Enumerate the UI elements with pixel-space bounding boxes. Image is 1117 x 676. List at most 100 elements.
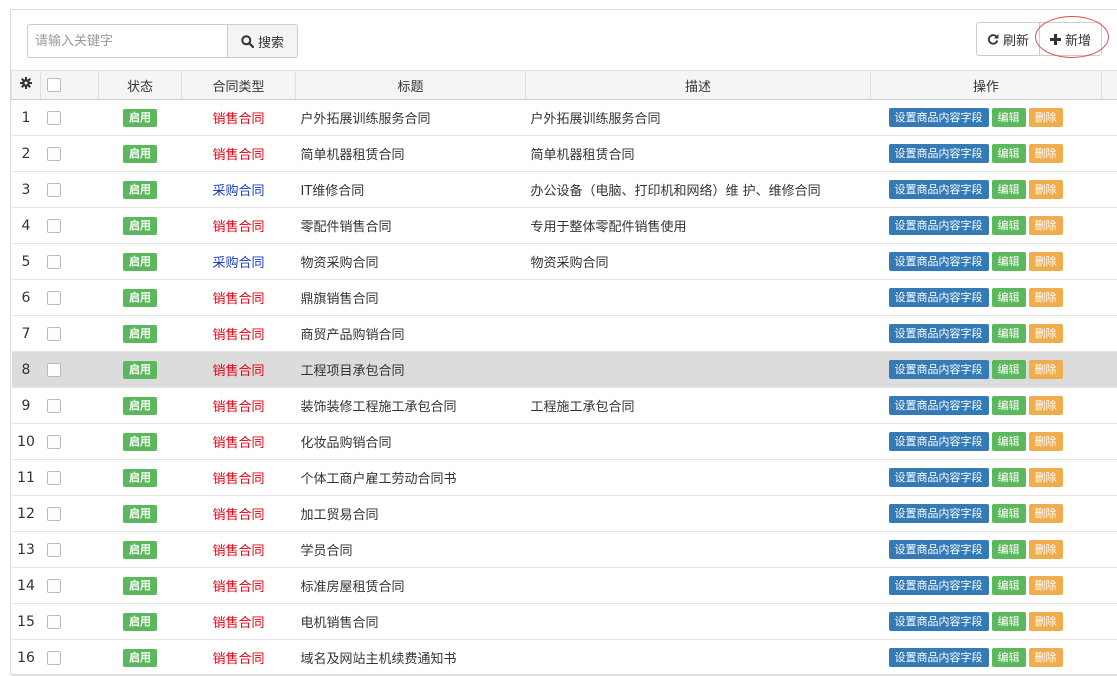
column-header-title[interactable]: 标题 — [296, 71, 526, 100]
set-fields-button[interactable]: 设置商品内容字段 — [889, 432, 989, 451]
edit-button[interactable]: 编辑 — [992, 504, 1026, 523]
delete-button[interactable]: 删除 — [1029, 468, 1063, 487]
delete-button[interactable]: 删除 — [1029, 108, 1063, 127]
set-fields-button[interactable]: 设置商品内容字段 — [889, 468, 989, 487]
row-checkbox[interactable] — [47, 435, 61, 449]
table-row[interactable]: 16启用销售合同域名及网站主机续费通知书设置商品内容字段编辑删除 — [12, 640, 1117, 676]
row-checkbox[interactable] — [47, 507, 61, 521]
status-badge[interactable]: 启用 — [123, 361, 157, 379]
add-button[interactable]: 新增 — [1040, 22, 1102, 56]
delete-button[interactable]: 删除 — [1029, 432, 1063, 451]
status-badge[interactable]: 启用 — [123, 109, 157, 127]
status-badge[interactable]: 启用 — [123, 469, 157, 487]
delete-button[interactable]: 删除 — [1029, 216, 1063, 235]
column-settings[interactable] — [12, 71, 41, 100]
status-badge[interactable]: 启用 — [123, 397, 157, 415]
row-checkbox[interactable] — [47, 615, 61, 629]
search-input[interactable] — [27, 24, 228, 58]
delete-button[interactable]: 删除 — [1029, 360, 1063, 379]
edit-button[interactable]: 编辑 — [992, 468, 1026, 487]
delete-button[interactable]: 删除 — [1029, 288, 1063, 307]
delete-button[interactable]: 删除 — [1029, 576, 1063, 595]
delete-button[interactable]: 删除 — [1029, 180, 1063, 199]
edit-button[interactable]: 编辑 — [992, 180, 1026, 199]
set-fields-button[interactable]: 设置商品内容字段 — [889, 576, 989, 595]
edit-button[interactable]: 编辑 — [992, 432, 1026, 451]
status-badge[interactable]: 启用 — [123, 577, 157, 595]
set-fields-button[interactable]: 设置商品内容字段 — [889, 360, 989, 379]
refresh-button[interactable]: 刷新 — [976, 22, 1040, 56]
column-header-status[interactable]: 状态 — [99, 71, 182, 100]
row-checkbox[interactable] — [47, 363, 61, 377]
table-row[interactable]: 6启用销售合同鼎旗销售合同设置商品内容字段编辑删除 — [12, 280, 1117, 316]
status-badge[interactable]: 启用 — [123, 217, 157, 235]
edit-button[interactable]: 编辑 — [992, 288, 1026, 307]
row-checkbox[interactable] — [47, 255, 61, 269]
edit-button[interactable]: 编辑 — [992, 360, 1026, 379]
edit-button[interactable]: 编辑 — [992, 396, 1026, 415]
status-badge[interactable]: 启用 — [123, 145, 157, 163]
row-checkbox[interactable] — [47, 291, 61, 305]
set-fields-button[interactable]: 设置商品内容字段 — [889, 288, 989, 307]
set-fields-button[interactable]: 设置商品内容字段 — [889, 252, 989, 271]
row-checkbox[interactable] — [47, 543, 61, 557]
row-checkbox[interactable] — [47, 471, 61, 485]
table-row[interactable]: 4启用销售合同零配件销售合同专用于整体零配件销售使用设置商品内容字段编辑删除 — [12, 208, 1117, 244]
status-badge[interactable]: 启用 — [123, 505, 157, 523]
table-row[interactable]: 10启用销售合同化妆品购销合同设置商品内容字段编辑删除 — [12, 424, 1117, 460]
set-fields-button[interactable]: 设置商品内容字段 — [889, 144, 989, 163]
row-checkbox[interactable] — [47, 219, 61, 233]
table-row[interactable]: 12启用销售合同加工贸易合同设置商品内容字段编辑删除 — [12, 496, 1117, 532]
status-badge[interactable]: 启用 — [123, 433, 157, 451]
status-badge[interactable]: 启用 — [123, 649, 157, 667]
table-row[interactable]: 14启用销售合同标准房屋租赁合同设置商品内容字段编辑删除 — [12, 568, 1117, 604]
edit-button[interactable]: 编辑 — [992, 216, 1026, 235]
row-checkbox[interactable] — [47, 183, 61, 197]
edit-button[interactable]: 编辑 — [992, 648, 1026, 667]
delete-button[interactable]: 删除 — [1029, 504, 1063, 523]
delete-button[interactable]: 删除 — [1029, 252, 1063, 271]
set-fields-button[interactable]: 设置商品内容字段 — [889, 108, 989, 127]
status-badge[interactable]: 启用 — [123, 289, 157, 307]
delete-button[interactable]: 删除 — [1029, 540, 1063, 559]
column-header-type[interactable]: 合同类型 — [182, 71, 296, 100]
table-row[interactable]: 15启用销售合同电机销售合同设置商品内容字段编辑删除 — [12, 604, 1117, 640]
delete-button[interactable]: 删除 — [1029, 396, 1063, 415]
table-row[interactable]: 3启用采购合同IT维修合同办公设备（电脑、打印机和网络）维 护、维修合同设置商品… — [12, 172, 1117, 208]
set-fields-button[interactable]: 设置商品内容字段 — [889, 216, 989, 235]
delete-button[interactable]: 删除 — [1029, 324, 1063, 343]
status-badge[interactable]: 启用 — [123, 253, 157, 271]
set-fields-button[interactable]: 设置商品内容字段 — [889, 396, 989, 415]
select-all-checkbox[interactable] — [47, 78, 61, 92]
edit-button[interactable]: 编辑 — [992, 576, 1026, 595]
status-badge[interactable]: 启用 — [123, 181, 157, 199]
set-fields-button[interactable]: 设置商品内容字段 — [889, 612, 989, 631]
table-row[interactable]: 5启用采购合同物资采购合同物资采购合同设置商品内容字段编辑删除 — [12, 244, 1117, 280]
row-checkbox[interactable] — [47, 147, 61, 161]
edit-button[interactable]: 编辑 — [992, 540, 1026, 559]
search-button[interactable]: 搜索 — [227, 24, 298, 58]
set-fields-button[interactable]: 设置商品内容字段 — [889, 540, 989, 559]
column-header-description[interactable]: 描述 — [526, 71, 871, 100]
table-row[interactable]: 13启用销售合同学员合同设置商品内容字段编辑删除 — [12, 532, 1117, 568]
row-checkbox[interactable] — [47, 399, 61, 413]
delete-button[interactable]: 删除 — [1029, 612, 1063, 631]
edit-button[interactable]: 编辑 — [992, 144, 1026, 163]
table-row[interactable]: 11启用销售合同个体工商户雇工劳动合同书设置商品内容字段编辑删除 — [12, 460, 1117, 496]
edit-button[interactable]: 编辑 — [992, 612, 1026, 631]
status-badge[interactable]: 启用 — [123, 541, 157, 559]
set-fields-button[interactable]: 设置商品内容字段 — [889, 648, 989, 667]
edit-button[interactable]: 编辑 — [992, 108, 1026, 127]
table-row[interactable]: 7启用销售合同商贸产品购销合同设置商品内容字段编辑删除 — [12, 316, 1117, 352]
table-row[interactable]: 1启用销售合同户外拓展训练服务合同户外拓展训练服务合同设置商品内容字段编辑删除 — [12, 100, 1117, 136]
set-fields-button[interactable]: 设置商品内容字段 — [889, 504, 989, 523]
set-fields-button[interactable]: 设置商品内容字段 — [889, 180, 989, 199]
row-checkbox[interactable] — [47, 327, 61, 341]
row-checkbox[interactable] — [47, 651, 61, 665]
edit-button[interactable]: 编辑 — [992, 252, 1026, 271]
table-row[interactable]: 2启用销售合同简单机器租赁合同简单机器租赁合同设置商品内容字段编辑删除 — [12, 136, 1117, 172]
delete-button[interactable]: 删除 — [1029, 144, 1063, 163]
status-badge[interactable]: 启用 — [123, 613, 157, 631]
table-row[interactable]: 9启用销售合同装饰装修工程施工承包合同工程施工承包合同设置商品内容字段编辑删除 — [12, 388, 1117, 424]
set-fields-button[interactable]: 设置商品内容字段 — [889, 324, 989, 343]
